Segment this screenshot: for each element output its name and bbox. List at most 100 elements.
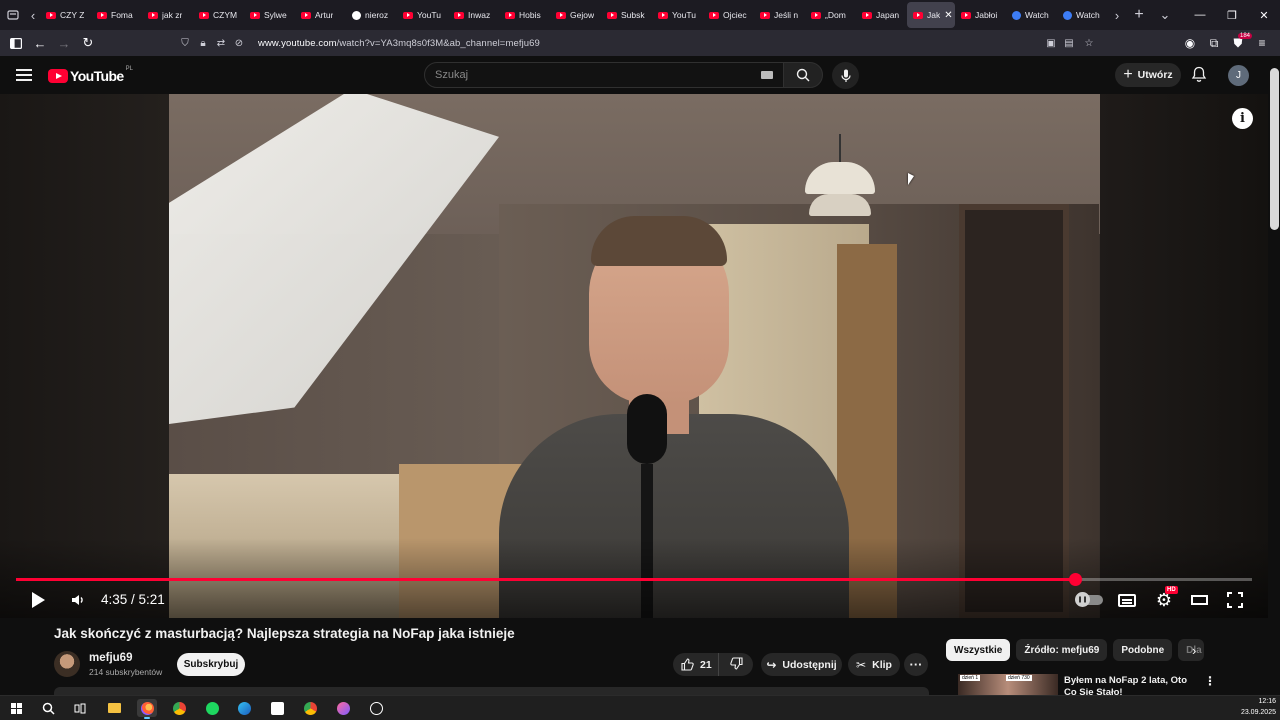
browser-tab[interactable]: Hobis [499, 2, 550, 28]
clip-button[interactable]: ✂ Klip [848, 653, 900, 676]
reload-icon[interactable]: ↻ [76, 30, 100, 56]
taskbar-search-icon[interactable] [38, 699, 58, 717]
chrome-icon[interactable] [169, 699, 189, 717]
chips-next-icon[interactable]: › [1192, 643, 1196, 658]
lock-icon[interactable]: 🔒︎ [194, 38, 212, 49]
more-actions-button[interactable]: ··· [904, 653, 928, 676]
minimize-icon[interactable]: — [1184, 0, 1216, 30]
recommendation-thumbnail[interactable]: dzień 1 dzień 730 [958, 674, 1058, 695]
fullscreen-icon[interactable] [1224, 588, 1246, 612]
browser-tab[interactable]: Subsk [601, 2, 652, 28]
browser-tab[interactable]: CZYM [193, 2, 244, 28]
page-scrollbar-thumb[interactable] [1270, 68, 1279, 230]
browser-tab[interactable]: Sylwe [244, 2, 295, 28]
thumbnail-tag-right: dzień 730 [1006, 675, 1032, 681]
new-tab-icon[interactable]: + [1126, 0, 1152, 30]
browser-tab[interactable]: Inwaz [448, 2, 499, 28]
filter-chip[interactable]: Podobne [1113, 639, 1173, 661]
guide-menu-icon[interactable] [16, 69, 32, 81]
taskbar-clock[interactable]: 12:16 23.09.2025 [1238, 696, 1280, 718]
description-box[interactable] [54, 687, 929, 695]
firefox-icon[interactable] [137, 699, 157, 719]
back-icon[interactable]: ← [28, 30, 52, 56]
url-bar[interactable]: ⛉ 🔒︎ ⇄ ⊘ www.youtube.com/watch?v=YA3mq8s… [176, 33, 1100, 53]
pause-icon: ❚❚ [1075, 592, 1090, 607]
volume-icon[interactable] [70, 592, 86, 608]
browser-tab[interactable]: Ojciec [703, 2, 754, 28]
browser-tab[interactable]: Japan [856, 2, 907, 28]
notifications-bell-icon[interactable] [1191, 66, 1209, 84]
tracking-protection-icon[interactable]: ⛉ [176, 38, 194, 49]
autoplay-toggle[interactable]: ❚❚ [1075, 588, 1105, 612]
sidebar-toggle-icon[interactable] [4, 30, 28, 56]
windows-start-icon[interactable] [6, 699, 26, 717]
clock-app-icon[interactable] [366, 699, 386, 717]
spotify-icon[interactable] [202, 699, 222, 717]
ublock-icon[interactable]: ⛊ 184 [1226, 32, 1253, 51]
dislike-button[interactable] [719, 656, 753, 673]
filter-chip[interactable]: Źródło: mefju69 [1016, 639, 1108, 661]
account-avatar[interactable]: J [1228, 65, 1249, 86]
keyboard-icon[interactable] [761, 71, 773, 79]
recommendation-title[interactable]: Byłem na NoFap 2 lata, Oto Co Się Stało! [1064, 675, 1194, 695]
browser-tab[interactable]: Foma [91, 2, 142, 28]
list-all-tabs-icon[interactable]: ⌄ [1152, 0, 1178, 30]
create-button[interactable]: + Utwórz [1115, 63, 1181, 87]
browser-tab[interactable]: Jeśli n [754, 2, 805, 28]
file-explorer-icon[interactable] [104, 699, 124, 717]
browser-tab[interactable]: „Dom [805, 2, 856, 28]
forward-icon[interactable]: → [52, 30, 76, 56]
play-icon[interactable] [32, 592, 45, 608]
voice-search-button[interactable] [832, 62, 859, 89]
picture-in-picture-icon[interactable]: ▣ [1042, 38, 1060, 49]
channel-name[interactable]: mefju69 [89, 652, 132, 664]
browser-tab[interactable]: jak zr [142, 2, 193, 28]
share-button[interactable]: ↪ Udostępnij [761, 653, 842, 676]
search-button[interactable] [783, 62, 823, 88]
bookmark-star-icon[interactable]: ☆ [1080, 38, 1098, 49]
thumbs-up-icon [681, 658, 694, 671]
permissions-icon[interactable]: ⇄ [212, 38, 230, 49]
filter-chip[interactable]: Wszystkie [946, 639, 1011, 661]
browser-tab[interactable]: Jabłoi [955, 2, 1006, 28]
settings-gear-icon[interactable]: ⚙ HD [1151, 586, 1178, 612]
restore-icon[interactable]: ❐ [1216, 0, 1248, 30]
scroll-tabs-left-icon[interactable]: ‹ [26, 0, 40, 30]
account-icon[interactable]: ◉ [1178, 36, 1202, 50]
scroll-tabs-right-icon[interactable]: › [1108, 0, 1126, 30]
like-button[interactable]: 21 [673, 653, 719, 676]
video-player[interactable]: i 4:35 / 5:21 ❚❚ ⚙ HD [0, 94, 1268, 618]
close-window-icon[interactable]: ✕ [1248, 0, 1280, 30]
messenger-icon[interactable] [333, 699, 353, 717]
recommendation-menu-icon[interactable]: ⋮ [1204, 674, 1216, 688]
app-menu-icon[interactable]: ≡ [1250, 36, 1274, 50]
browser-tab[interactable]: Gejow [550, 2, 601, 28]
chrome-profile-icon[interactable] [300, 699, 320, 717]
edge-icon[interactable] [234, 699, 254, 717]
extensions-icon[interactable]: ⧉ [1202, 36, 1226, 51]
reader-view-icon[interactable]: ▤ [1060, 38, 1078, 49]
notion-icon[interactable] [267, 699, 287, 717]
browser-tab[interactable]: YouTu [397, 2, 448, 28]
task-view-icon[interactable] [70, 699, 90, 717]
channel-avatar[interactable] [54, 651, 80, 677]
progress-bar[interactable] [16, 573, 1252, 586]
search-input[interactable]: Szukaj [424, 62, 784, 88]
theater-mode-icon[interactable] [1188, 588, 1210, 612]
subtitles-icon[interactable] [1116, 588, 1138, 612]
window-controls: — ❐ ✕ [1184, 0, 1280, 30]
close-tab-icon[interactable]: ✕ [944, 10, 952, 21]
browser-tab[interactable]: CZY Z [40, 2, 91, 28]
blocked-media-icon[interactable]: ⊘ [230, 38, 248, 49]
browser-tab[interactable]: Watch [1006, 2, 1057, 28]
subscribe-button[interactable]: Subskrybuj [177, 653, 245, 676]
youtube-logo[interactable]: YouTube PL [48, 66, 133, 84]
browser-tab[interactable]: Jak ✕ [907, 2, 955, 28]
info-icon[interactable]: i [1232, 108, 1253, 129]
browser-tab[interactable]: Watch [1057, 2, 1108, 28]
browser-tab[interactable]: nieroz [346, 2, 397, 28]
browser-tab[interactable]: YouTu [652, 2, 703, 28]
url-text[interactable]: www.youtube.com/watch?v=YA3mq8s0f3M&ab_c… [258, 38, 540, 49]
tab-overview-icon[interactable] [0, 0, 26, 30]
browser-tab[interactable]: Artur [295, 2, 346, 28]
